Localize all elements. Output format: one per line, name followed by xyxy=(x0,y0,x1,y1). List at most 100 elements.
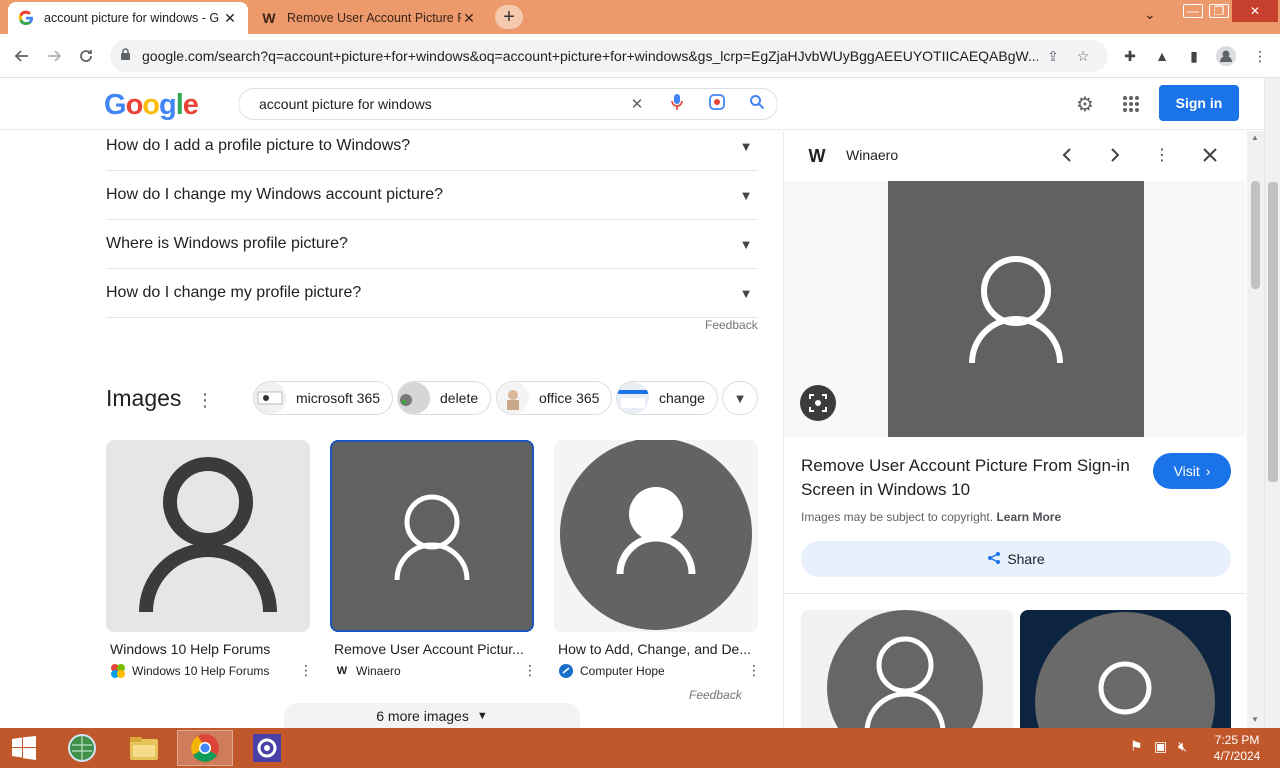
panel-preview-image[interactable] xyxy=(888,181,1144,437)
image-result-thumbnail[interactable] xyxy=(106,440,310,632)
taskbar-app-chrome[interactable] xyxy=(177,730,233,766)
page-scrollbar-thumb[interactable] xyxy=(1268,182,1278,482)
windows-logo-icon xyxy=(110,663,126,679)
images-more-options-icon[interactable]: ⋮ xyxy=(196,390,214,411)
scroll-down-arrow-icon[interactable]: ▼ xyxy=(1251,715,1259,724)
image-result-caption[interactable]: Windows 10 Help Forums xyxy=(110,641,314,657)
related-image-thumbnail[interactable] xyxy=(1020,610,1231,728)
arrow-right-icon xyxy=(48,50,62,62)
clock-date: 4/7/2024 xyxy=(1213,749,1261,763)
voice-search-mic-icon[interactable] xyxy=(657,93,697,115)
minimize-icon: — xyxy=(1183,4,1203,18)
image-result-source: Computer Hope ⋮ xyxy=(558,662,762,679)
faq-item[interactable]: Where is Windows profile picture? ▼ xyxy=(106,220,758,269)
side-panel-icon[interactable]: ▮ xyxy=(1184,46,1204,66)
browser-titlebar: account picture for windows - G ✕ W Remo… xyxy=(0,0,1280,34)
lens-search-icon[interactable] xyxy=(697,93,737,115)
image-chip-microsoft-365[interactable]: microsoft 365 xyxy=(253,381,394,415)
page-scrollbar[interactable] xyxy=(1264,78,1280,728)
reload-button[interactable] xyxy=(74,44,98,68)
result-options-icon[interactable]: ⋮ xyxy=(522,662,538,679)
previous-image-chevron-icon[interactable] xyxy=(1055,143,1079,167)
taskbar-app-network[interactable] xyxy=(54,730,110,766)
settings-gear-icon[interactable]: ⚙ xyxy=(1073,92,1097,116)
panel-site-name[interactable]: Winaero xyxy=(846,147,898,163)
learn-more-link[interactable]: Learn More xyxy=(996,510,1061,524)
extensions-puzzle-icon[interactable]: ✚ xyxy=(1120,46,1140,66)
faq-item[interactable]: How do I change my Windows account pictu… xyxy=(106,171,758,220)
search-input[interactable]: account picture for windows xyxy=(259,96,617,112)
image-result-thumbnail[interactable] xyxy=(554,440,758,632)
source-name: Winaero xyxy=(356,663,401,678)
more-images-button[interactable]: 6 more images ▼ xyxy=(284,703,580,729)
window-maximize-button[interactable]: ❐ xyxy=(1206,0,1232,22)
tab-search-chevron-icon[interactable]: ⌄ xyxy=(1144,6,1156,23)
image-chip-change[interactable]: change xyxy=(616,381,718,415)
panel-close-icon[interactable] xyxy=(1198,143,1222,167)
lock-icon xyxy=(120,48,142,64)
tab-close-icon[interactable]: ✕ xyxy=(222,10,238,27)
image-result-caption[interactable]: How to Add, Change, and De... xyxy=(558,641,762,657)
images-section-title: Images xyxy=(106,385,182,411)
window-minimize-button[interactable]: — xyxy=(1180,0,1206,22)
faq-item[interactable]: How do I change my profile picture? ▼ xyxy=(106,269,758,318)
share-button[interactable]: Share xyxy=(801,541,1231,577)
clock-time: 7:25 PM xyxy=(1214,733,1260,747)
chip-label: delete xyxy=(440,390,479,406)
forward-button[interactable] xyxy=(42,44,66,68)
panel-scrollbar-thumb[interactable] xyxy=(1251,181,1260,289)
faq-feedback-link[interactable]: Feedback xyxy=(705,318,758,332)
new-tab-button[interactable]: + xyxy=(495,5,523,29)
tab-google-search[interactable]: account picture for windows - G ✕ xyxy=(8,2,248,34)
share-page-icon[interactable]: ⇪ xyxy=(1038,48,1068,65)
chrome-icon xyxy=(191,734,219,762)
image-chip-office-365[interactable]: office 365 xyxy=(496,381,613,415)
panel-scrollbar[interactable]: ▲ ▼ xyxy=(1247,131,1264,728)
google-logo[interactable]: Google xyxy=(104,89,199,122)
scroll-up-arrow-icon[interactable]: ▲ xyxy=(1251,133,1259,142)
action-center-flag-icon[interactable]: ⚑ xyxy=(1130,738,1143,755)
folder-icon xyxy=(130,737,158,760)
system-clock[interactable]: 7:25 PM 4/7/2024 xyxy=(1205,732,1269,764)
related-image-thumbnail[interactable] xyxy=(801,610,1013,728)
tab-close-icon[interactable]: ✕ xyxy=(461,10,477,27)
chrome-menu-icon[interactable]: ⋮ xyxy=(1250,46,1270,66)
visit-button[interactable]: Visit › xyxy=(1153,453,1231,489)
sign-in-button[interactable]: Sign in xyxy=(1159,85,1239,121)
image-result-caption[interactable]: Remove User Account Pictur... xyxy=(334,641,538,657)
close-icon: ✕ xyxy=(1249,4,1261,18)
images-feedback-link[interactable]: Feedback xyxy=(689,688,742,702)
network-status-icon[interactable]: ▣ xyxy=(1154,738,1167,755)
bookmark-star-icon[interactable]: ☆ xyxy=(1068,48,1098,65)
result-options-icon[interactable]: ⋮ xyxy=(746,662,762,679)
faq-question: How do I add a profile picture to Window… xyxy=(106,137,411,154)
url-text: google.com/search?q=account+picture+for+… xyxy=(142,48,1038,64)
volume-muted-icon[interactable]: 🔇︎ xyxy=(1178,738,1187,755)
start-button[interactable] xyxy=(8,734,40,762)
chip-thumbnail xyxy=(617,382,649,414)
address-bar[interactable]: google.com/search?q=account+picture+for+… xyxy=(110,40,1108,72)
search-box[interactable]: account picture for windows ✕ xyxy=(238,88,778,120)
result-options-icon[interactable]: ⋮ xyxy=(298,662,314,679)
faq-item[interactable]: How do I add a profile picture to Window… xyxy=(106,122,758,171)
window-close-button[interactable]: ✕ xyxy=(1232,0,1278,22)
labs-flask-icon[interactable]: ▲ xyxy=(1152,46,1172,66)
google-apps-grid-icon[interactable] xyxy=(1119,92,1143,116)
visual-search-lens-icon[interactable] xyxy=(800,385,836,421)
tab-winaero[interactable]: W Remove User Account Picture Fr ✕ xyxy=(251,2,487,34)
chip-label: change xyxy=(659,390,705,406)
chips-more-chevron-icon[interactable]: ▼ xyxy=(722,381,758,415)
next-image-chevron-icon[interactable] xyxy=(1103,143,1127,167)
taskbar-app-file-explorer[interactable] xyxy=(116,730,172,766)
image-chip-delete[interactable]: delete xyxy=(397,381,492,415)
chevron-down-icon: ▼ xyxy=(739,285,753,301)
image-result-thumbnail-selected[interactable] xyxy=(330,440,534,632)
taskbar-app-settings[interactable] xyxy=(239,730,295,766)
back-button[interactable] xyxy=(10,44,34,68)
clear-search-icon[interactable]: ✕ xyxy=(617,95,657,113)
panel-result-title[interactable]: Remove User Account Picture From Sign-in… xyxy=(801,454,1141,502)
panel-more-options-icon[interactable]: ⋮ xyxy=(1150,143,1174,167)
profile-avatar-icon[interactable] xyxy=(1216,46,1236,66)
search-submit-icon[interactable] xyxy=(737,94,777,114)
chevron-down-icon: ▼ xyxy=(739,236,753,252)
